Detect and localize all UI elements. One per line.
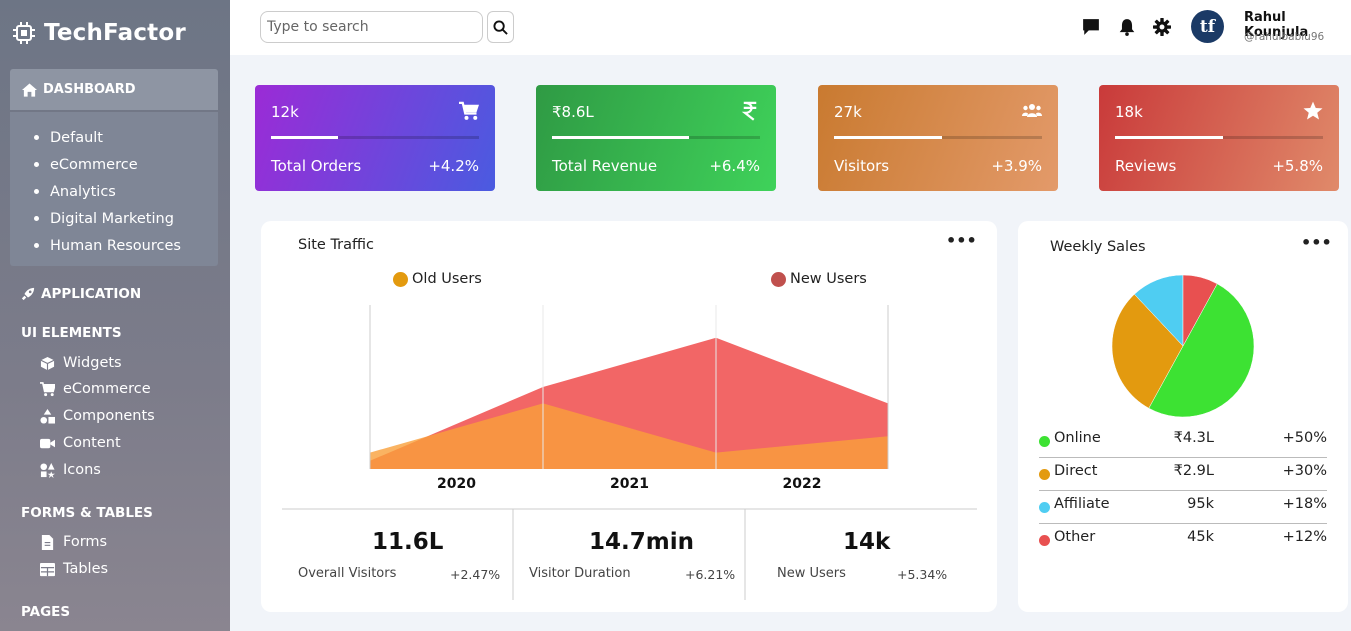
x-tick-label: 2022 [783,476,822,492]
overall-visitors-value: 11.6L [372,529,444,555]
weekly-sales-pie [1111,274,1255,418]
sales-change: +18% [1282,496,1327,512]
x-tick-label: 2020 [437,476,476,492]
sales-row-affiliate: Affiliate 95k +18% [1039,491,1327,524]
sales-change: +12% [1282,529,1327,545]
x-tick-label: 2021 [610,476,649,492]
overall-visitors-label: Overall Visitors [298,566,397,581]
visitor-duration-label: Visitor Duration [529,566,631,581]
sales-channel: Direct [1054,463,1098,479]
weekly-sales-title: Weekly Sales [1050,239,1146,255]
sales-channel: Other [1054,529,1096,545]
sales-row-direct: Direct ₹2.9L +30% [1039,458,1327,491]
legend-swatch [1039,436,1050,447]
more-options-icon[interactable]: ••• [1301,233,1332,252]
sales-row-other: Other 45k +12% [1039,524,1327,557]
visitor-duration-value: 14.7min [589,529,694,555]
new-users-value: 14k [843,529,891,555]
sales-amount: 45k [1187,529,1214,545]
legend-swatch [1039,469,1050,480]
legend-swatch [1039,535,1050,546]
new-users-label: New Users [777,566,846,581]
sales-amount: ₹2.9L [1173,463,1214,479]
sales-change: +30% [1282,463,1327,479]
legend-swatch [1039,502,1050,513]
sales-channel: Online [1054,430,1101,446]
sales-amount: ₹4.3L [1173,430,1214,446]
sales-amount: 95k [1187,496,1214,512]
overall-visitors-change: +2.47% [450,567,501,582]
visitor-duration-change: +6.21% [685,567,736,582]
new-users-change: +5.34% [897,567,948,582]
sales-channel: Affiliate [1054,496,1110,512]
sales-row-online: Online ₹4.3L +50% [1039,425,1327,458]
sales-change: +50% [1282,430,1327,446]
